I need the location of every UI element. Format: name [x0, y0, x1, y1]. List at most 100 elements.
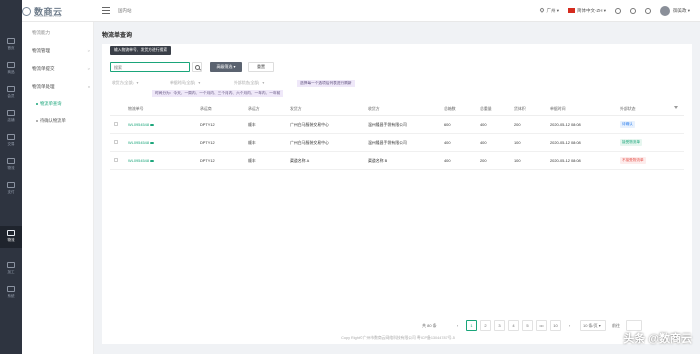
boxes-cell: 600: [444, 122, 451, 127]
page-title: 物流单查询: [102, 33, 133, 39]
search-icon[interactable]: [192, 62, 202, 72]
subnav-item-logistics-manage[interactable]: 物流管理 >: [32, 48, 90, 54]
filter-status[interactable]: 外部状态(全部) ▾: [234, 79, 264, 87]
rail-item-logistics-1[interactable]: 物流: [0, 154, 22, 176]
column-header: 发货方: [290, 106, 302, 111]
time-cell: 2020-05-12 08:08: [550, 158, 581, 163]
subnav-child-logistics-query[interactable]: 物流单查询: [36, 101, 61, 107]
headset-icon[interactable]: [629, 8, 636, 14]
order-link[interactable]: WL0954548: [128, 140, 155, 145]
boxes-cell: 400: [444, 158, 451, 163]
logistics-icon: [7, 158, 15, 164]
status-badge: 待确认: [620, 121, 635, 128]
main-content: 物流单查询 输入物流单号、发货方进行搜索 高级筛选 ▾ 重置 收货方(全部)▾ …: [96, 22, 700, 354]
bullet-icon: [36, 119, 38, 122]
chevron-down-icon: ▾: [198, 81, 201, 85]
eye-icon[interactable]: [150, 159, 155, 163]
subnav-item-logistics-process[interactable]: 物流单处理 v: [32, 84, 90, 90]
next-page-button[interactable]: ›: [564, 320, 575, 331]
row-checkbox[interactable]: [114, 140, 118, 144]
eye-icon[interactable]: [150, 141, 155, 145]
notification-bell-icon[interactable]: [644, 8, 651, 14]
home-icon: [7, 38, 15, 44]
chevron-down-icon: ▾: [136, 81, 139, 85]
filter-time[interactable]: 单据时间(全部) ▾: [170, 79, 200, 87]
avatar: [659, 6, 670, 16]
page-button[interactable]: 5: [522, 320, 533, 331]
page-size-select[interactable]: 10 条/页 ▾: [580, 320, 606, 331]
receiver-cell: 温州隆昌手袋有限公司: [368, 122, 407, 127]
rail-item-logistics[interactable]: 物流: [0, 226, 22, 248]
volume-cell: 200: [514, 122, 521, 127]
chevron-down-icon: v: [88, 84, 90, 89]
rail-item-process[interactable]: 加工: [0, 258, 22, 280]
logo-icon: [22, 6, 31, 16]
row-checkbox[interactable]: [114, 122, 118, 126]
page-ellipsis[interactable]: •••: [536, 320, 547, 331]
order-link[interactable]: WL0954548: [128, 158, 155, 163]
order-link[interactable]: WL0954548: [128, 122, 155, 127]
menu-toggle-icon[interactable]: [102, 7, 110, 14]
chevron-right-icon: >: [87, 66, 90, 71]
message-icon[interactable]: [614, 8, 621, 14]
mode-cell: 顺丰: [248, 158, 256, 163]
search-input[interactable]: [110, 62, 190, 72]
boxes-cell: 400: [444, 140, 451, 145]
subnav-item-logistics-submit[interactable]: 物流单提交 >: [32, 66, 90, 72]
weight-cell: 400: [480, 122, 487, 127]
page-button[interactable]: 1: [466, 320, 477, 331]
table-header: 物流单号 承运商 承运方 发货方 收货方 总箱数 总重量 货体积 单据时间 外部…: [110, 102, 684, 116]
page-button[interactable]: 3: [494, 320, 505, 331]
subnav-child-pending-confirm[interactable]: 待确认物流单: [36, 118, 66, 124]
truck-icon: [7, 230, 15, 236]
column-header: 承运商: [200, 106, 212, 111]
column-filter-icon[interactable]: [674, 106, 678, 109]
user-menu[interactable]: 御美政 ▾: [659, 6, 690, 16]
flag-icon: [567, 8, 575, 14]
time-cell: 2020-05-12 08:08: [550, 140, 581, 145]
breadcrumb[interactable]: 国内站: [118, 8, 132, 14]
table-row[interactable]: WL0954548 DPTY12 顺丰 广州白马服装交易中心 温州隆昌手袋有限公…: [110, 134, 684, 152]
rail-item-trade[interactable]: 交易: [0, 130, 22, 152]
page-button[interactable]: 2: [480, 320, 491, 331]
table-row[interactable]: WL0954548 DPTY12 顺丰 渠道名称 A 渠道名称 B 400 20…: [110, 152, 684, 170]
location-pin-icon: [539, 7, 546, 13]
logo[interactable]: 数商云 SHUSHANGYUN.COM: [22, 3, 63, 19]
total-count: 共 80 条: [422, 323, 437, 328]
rail-item-home[interactable]: 首页: [0, 34, 22, 56]
column-header: 物流单号: [128, 106, 144, 111]
logo-subtext: SHUSHANGYUN.COM: [34, 15, 61, 18]
rail-item-shop[interactable]: 店铺: [0, 106, 22, 128]
content-card: 输入物流单号、发货方进行搜索 高级筛选 ▾ 重置 收货方(全部)▾ 单据时间(全…: [102, 44, 692, 344]
row-checkbox[interactable]: [114, 158, 118, 162]
rail-item-system[interactable]: 系统: [0, 282, 22, 304]
location-selector[interactable]: 广州 ▾: [539, 7, 559, 14]
rail-item-member[interactable]: 会员: [0, 82, 22, 104]
status-badge: 接受物流单: [620, 139, 642, 146]
reset-button[interactable]: 重置: [248, 62, 274, 72]
prev-page-button[interactable]: ‹: [452, 320, 463, 331]
chevron-down-icon: ▾: [262, 81, 265, 85]
table-row[interactable]: WL0954548 DPTY12 顺丰 广州白马服装交易中心 温州隆昌手袋有限公…: [110, 116, 684, 134]
member-icon: [7, 86, 15, 92]
footer-copyright: Copy Right©广州市数商云网络科技有限公司 粤ICP备13044787号…: [341, 336, 455, 340]
column-header: 收货方: [368, 106, 380, 111]
filter-refresh-tooltip: 选择每一个选项后列表进行刷新: [297, 80, 355, 87]
filter-receiver[interactable]: 收货方(全部) ▾: [112, 79, 138, 87]
page-button[interactable]: 4: [508, 320, 519, 331]
rail-item-goods[interactable]: 商品: [0, 58, 22, 80]
mode-cell: 顺丰: [248, 122, 256, 127]
language-selector[interactable]: 简体中文-ZH ▾: [567, 8, 606, 14]
payment-icon: [7, 182, 15, 188]
rail-item-payment[interactable]: 支付: [0, 178, 22, 200]
time-cell: 2020-05-12 08:08: [550, 122, 581, 127]
eye-icon[interactable]: [150, 123, 155, 127]
icon-rail: 首页 商品 会员 店铺 交易 物流 支付 物流 加工 系统: [0, 0, 22, 354]
top-header: 数商云 SHUSHANGYUN.COM 国内站 广州 ▾ 简体中文-ZH ▾ 御…: [0, 0, 700, 22]
subnav-title: 物流能力: [32, 30, 50, 35]
sender-cell: 广州白马服装交易中心: [290, 122, 329, 127]
carrier-cell: DPTY12: [200, 140, 215, 145]
page-button[interactable]: 10: [550, 320, 561, 331]
advanced-filter-button[interactable]: 高级筛选 ▾: [210, 62, 242, 72]
chevron-right-icon: >: [87, 48, 90, 53]
